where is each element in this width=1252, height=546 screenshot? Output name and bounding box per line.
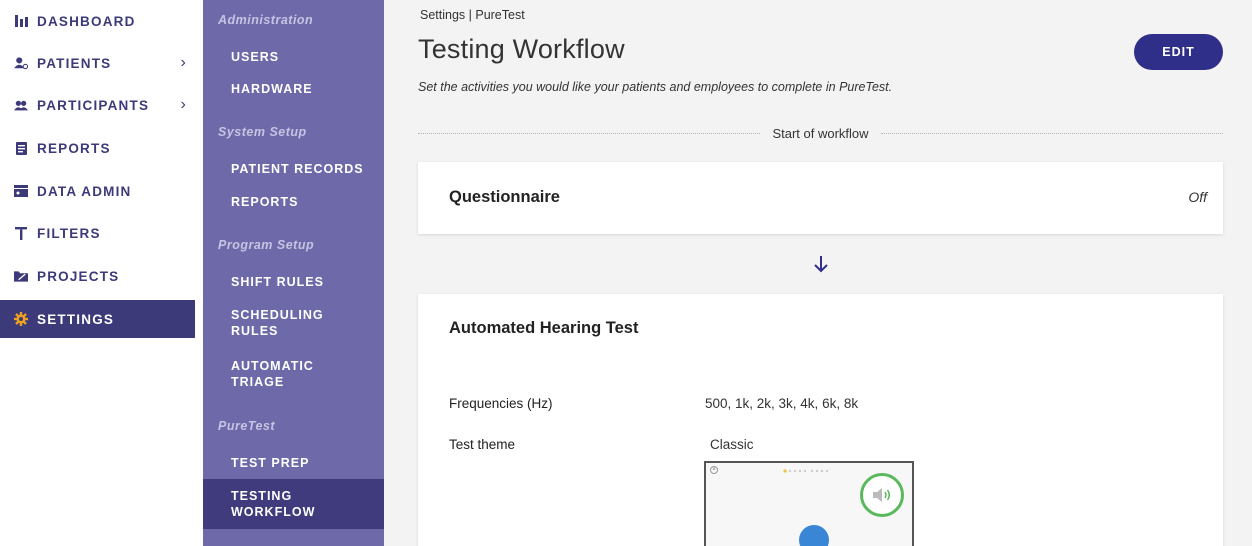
nav-item-label: DASHBOARD [37,13,136,29]
nav-item-reports[interactable]: REPORTS [0,129,195,167]
nav-item-label: DATA ADMIN [37,183,132,199]
subnav-item-patient-records[interactable]: PATIENT RECORDS [203,160,384,178]
breadcrumb: Settings | PureTest [420,8,525,22]
edit-button[interactable]: EDIT [1134,34,1223,70]
subnav-item-scheduling-rules[interactable]: SCHEDULING RULES [203,305,384,341]
test-theme-value: Classic [710,437,754,452]
subnav-item-label: WORKFLOW [231,505,316,519]
nav-item-settings[interactable]: SETTINGS [0,300,205,338]
gear-icon [14,312,28,326]
subnav-item-testing-workflow[interactable]: TESTING WORKFLOW [203,479,384,529]
nav-item-projects[interactable]: PROJECTS [0,257,195,295]
folder-icon [14,269,28,283]
participants-icon [14,98,28,112]
questionnaire-card: Questionnaire Off [418,162,1223,234]
hearing-test-card: Automated Hearing Test Frequencies (Hz) … [418,294,1223,546]
page-description: Set the activities you would like your p… [418,80,893,94]
nav-item-label: SETTINGS [37,311,115,327]
balloon-icon [799,525,829,546]
subnav-item-shift-rules[interactable]: SHIFT RULES [203,273,384,291]
subnav-item-label: TESTING [231,489,293,503]
subnav-item-label: SCHEDULING [231,308,324,322]
subnav-section-system-setup: System Setup [218,125,307,139]
nav-item-participants[interactable]: PARTICIPANTS › [0,86,195,124]
settings-subnav: Administration USERS HARDWARE System Set… [203,0,384,546]
subnav-item-automatic-triage[interactable]: AUTOMATIC TRIAGE [203,356,384,392]
page-title: Testing Workflow [418,34,625,64]
card-title: Questionnaire [449,188,560,206]
workflow-start-divider: Start of workflow [418,124,1223,142]
subnav-item-hardware[interactable]: HARDWARE [203,80,384,98]
bar-chart-icon [14,14,28,28]
main-nav: DASHBOARD PATIENTS › PARTICIPANTS › REPO… [0,0,205,546]
document-icon [14,141,28,155]
subnav-item-label: AUTOMATIC [231,359,314,373]
divider-line [880,132,1223,134]
data-admin-icon [14,184,28,198]
subnav-section-puretest: PureTest [218,419,276,433]
divider-line [418,132,761,134]
subnav-section-administration: Administration [218,13,314,27]
subnav-item-label: RULES [231,324,279,338]
close-icon: × [710,466,718,474]
patient-icon [14,56,28,70]
speaker-icon [860,473,904,517]
filter-icon [14,226,28,240]
nav-item-label: FILTERS [37,225,101,241]
chevron-right-icon: › [180,96,187,113]
status-label: Off [1188,189,1207,205]
subnav-item-reports[interactable]: REPORTS [203,193,384,211]
theme-preview-image: × [704,461,914,546]
arrow-down-icon [808,255,834,281]
test-theme-label: Test theme [449,437,516,452]
frequencies-value: 500, 1k, 2k, 3k, 4k, 6k, 8k [705,396,859,411]
nav-item-label: PARTICIPANTS [37,97,150,113]
nav-item-label: PROJECTS [37,268,120,284]
subnav-item-users[interactable]: USERS [203,48,384,66]
nav-item-data-admin[interactable]: DATA ADMIN [0,172,195,210]
subnav-section-program-setup: Program Setup [218,238,315,252]
nav-item-filters[interactable]: FILTERS [0,214,195,252]
nav-item-patients[interactable]: PATIENTS › [0,44,195,82]
nav-item-label: REPORTS [37,140,111,156]
subnav-item-label: TRIAGE [231,375,285,389]
chevron-right-icon: › [180,54,187,71]
card-title: Automated Hearing Test [449,319,639,337]
nav-item-label: PATIENTS [37,55,112,71]
divider-label: Start of workflow [772,125,869,141]
subnav-item-test-prep[interactable]: TEST PREP [203,454,384,472]
progress-dots [782,468,832,476]
frequencies-label: Frequencies (Hz) [449,396,553,411]
nav-item-dashboard[interactable]: DASHBOARD [0,2,195,40]
